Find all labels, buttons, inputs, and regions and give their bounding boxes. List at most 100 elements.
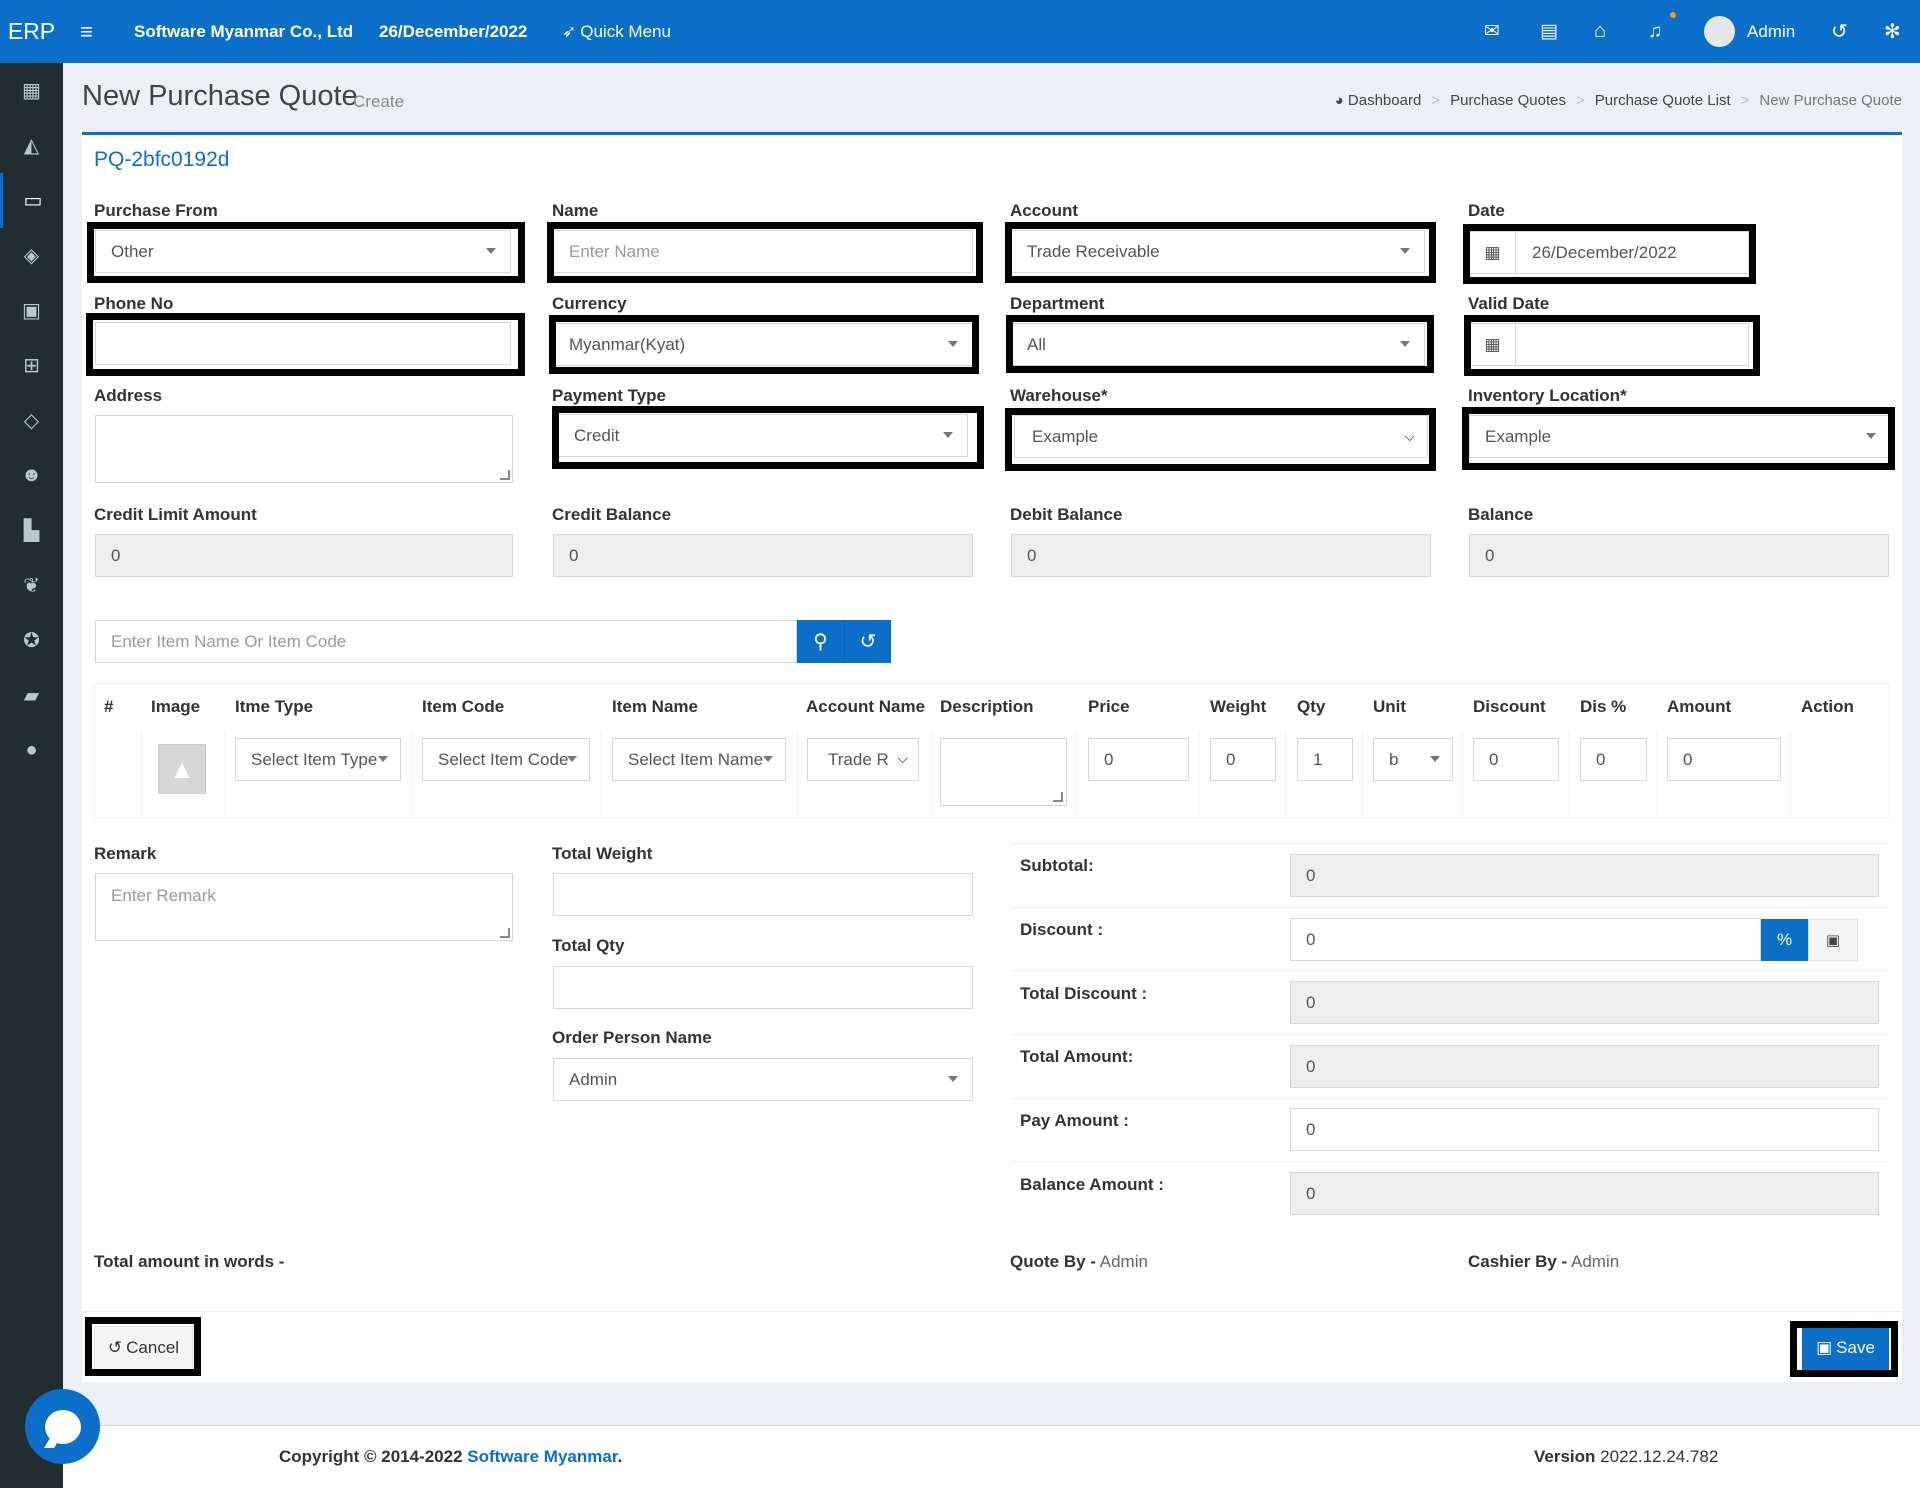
th-amount: Amount (1667, 697, 1732, 716)
sidebar-cube-icon[interactable]: ◈ (0, 228, 63, 283)
resize-grip-icon[interactable] (500, 470, 510, 480)
divider (1011, 1098, 1889, 1099)
th-item-name: Item Name (612, 697, 698, 716)
sidebar-credit-card-icon[interactable]: ▭ (0, 173, 63, 228)
payment-type-label: Payment Type (552, 386, 667, 405)
search-button[interactable]: ⚲ (797, 620, 844, 663)
breadcrumb-dashboard[interactable]: ◕ Dashboard (1335, 92, 1422, 109)
remark-textarea[interactable]: Enter Remark (95, 873, 513, 941)
column-divider (1568, 731, 1569, 818)
sidebar-diamond-icon[interactable]: ◇ (0, 393, 63, 448)
avatar (1704, 16, 1735, 47)
column-divider (411, 731, 412, 818)
version-info: Version 2022.12.24.782 (1534, 1447, 1719, 1466)
money-toggle-button[interactable]: ▣ (1808, 919, 1858, 961)
weight-input[interactable]: 0 (1210, 738, 1276, 781)
th-number: # (104, 697, 114, 716)
total-weight-input[interactable] (553, 873, 973, 916)
total-qty-label: Total Qty (552, 936, 625, 955)
sidebar-soccer-icon[interactable]: ✪ (0, 613, 63, 668)
highlight-box (86, 313, 525, 376)
home-icon[interactable]: ⌂ (1594, 0, 1606, 63)
breadcrumb-current: New Purchase Quote (1759, 92, 1902, 109)
amount-input[interactable]: 0 (1667, 738, 1781, 781)
sidebar-industry-icon[interactable]: ▙ (0, 503, 63, 558)
app-logo[interactable]: ERP (0, 0, 63, 63)
caret-down-icon (948, 1076, 958, 1082)
bell-icon[interactable]: ♫ (1648, 0, 1662, 63)
reset-search-button[interactable]: ↺ (844, 620, 891, 663)
document-number: PQ-2bfc0192d (94, 148, 230, 171)
rocket-icon: ➶ (562, 21, 577, 41)
caret-down-icon (378, 756, 388, 762)
account-name-select[interactable]: Trade R ⌵ (807, 738, 919, 781)
total-amount-label: Total Amount: (1020, 1047, 1134, 1066)
credit-limit-label: Credit Limit Amount (94, 505, 257, 524)
th-image: Image (151, 697, 201, 716)
menu-toggle-icon[interactable]: ≡ (80, 0, 93, 63)
live-chat-button[interactable] (25, 1389, 100, 1464)
highlight-box (1463, 224, 1756, 284)
column-divider (1462, 731, 1463, 818)
sidebar-calculator-icon[interactable]: ▦ (0, 63, 63, 118)
quick-menu-button[interactable]: ➶ Quick Menu (562, 0, 671, 63)
warehouse-label: Warehouse* (1010, 386, 1108, 405)
date-label: Date (1468, 201, 1505, 220)
highlight-box (1464, 315, 1760, 376)
subtotal-label: Subtotal: (1020, 856, 1094, 875)
sidebar-leaf-icon[interactable]: ❦ (0, 558, 63, 613)
item-code-select[interactable]: Select Item Code (422, 738, 590, 781)
item-name-select[interactable]: Select Item Name (612, 738, 786, 781)
highlight-box (552, 406, 984, 469)
highlight-box (87, 222, 525, 283)
unit-select[interactable]: b (1373, 738, 1453, 781)
resize-grip-icon[interactable] (1053, 792, 1063, 802)
breadcrumb-purchase-quote-list[interactable]: Purchase Quote List (1595, 92, 1731, 109)
discount-input[interactable]: 0 (1473, 738, 1559, 781)
debit-balance-field: 0 (1011, 534, 1431, 577)
item-search-input[interactable]: Enter Item Name Or Item Code (95, 620, 797, 663)
chat-icon[interactable]: ✉ (1484, 0, 1500, 63)
sidebar-book-icon[interactable]: ▰ (0, 668, 63, 723)
gear-icon[interactable]: ✻ (1884, 0, 1901, 63)
user-menu[interactable]: Admin (1704, 0, 1795, 63)
percent-toggle-button[interactable]: % (1761, 919, 1808, 961)
column-divider (600, 731, 601, 818)
item-type-select[interactable]: Select Item Type (235, 738, 401, 781)
breadcrumb-purchase-quotes[interactable]: Purchase Quotes (1450, 92, 1566, 109)
company-link[interactable]: Software Myanmar (467, 1447, 617, 1466)
chat-bubble-icon (44, 1409, 81, 1444)
sidebar-clipboard-icon[interactable]: ▣ (0, 283, 63, 338)
order-person-select[interactable]: Admin (553, 1058, 973, 1101)
dis-pct-input[interactable]: 0 (1580, 738, 1647, 781)
money-icon: ▣ (1825, 932, 1841, 949)
resize-grip-icon[interactable] (500, 928, 510, 938)
divider (1011, 1161, 1889, 1162)
total-qty-input[interactable] (553, 966, 973, 1009)
pay-amount-input[interactable]: 0 (1290, 1108, 1879, 1151)
calculator-icon[interactable]: ▤ (1540, 0, 1558, 63)
sidebar-cart-icon[interactable]: ⊞ (0, 338, 63, 393)
discount-total-input[interactable]: 0 (1290, 918, 1761, 961)
current-date: 26/December/2022 (379, 21, 528, 41)
divider (1011, 1034, 1889, 1035)
th-price: Price (1088, 697, 1130, 716)
credit-balance-label: Credit Balance (552, 505, 672, 524)
quote-by: Quote By - Admin (1010, 1252, 1148, 1271)
user-name: Admin (1747, 21, 1796, 41)
sidebar-users-icon[interactable]: ☻ (0, 448, 63, 503)
history-icon[interactable]: ↺ (1831, 0, 1848, 63)
notification-dot (1670, 12, 1676, 18)
history-icon: ↺ (859, 631, 877, 653)
column-divider (931, 731, 932, 818)
pay-amount-label: Pay Amount : (1020, 1111, 1129, 1130)
address-textarea[interactable] (95, 415, 513, 483)
highlight-box (1006, 315, 1434, 373)
qty-input[interactable]: 1 (1297, 738, 1353, 781)
price-input[interactable]: 0 (1088, 738, 1189, 781)
sidebar-comment-icon[interactable]: ● (0, 723, 63, 778)
sidebar-chart-icon[interactable]: ◭ (0, 118, 63, 173)
description-textarea[interactable] (940, 738, 1067, 806)
highlight-box (1005, 222, 1436, 283)
divider (1011, 843, 1889, 844)
